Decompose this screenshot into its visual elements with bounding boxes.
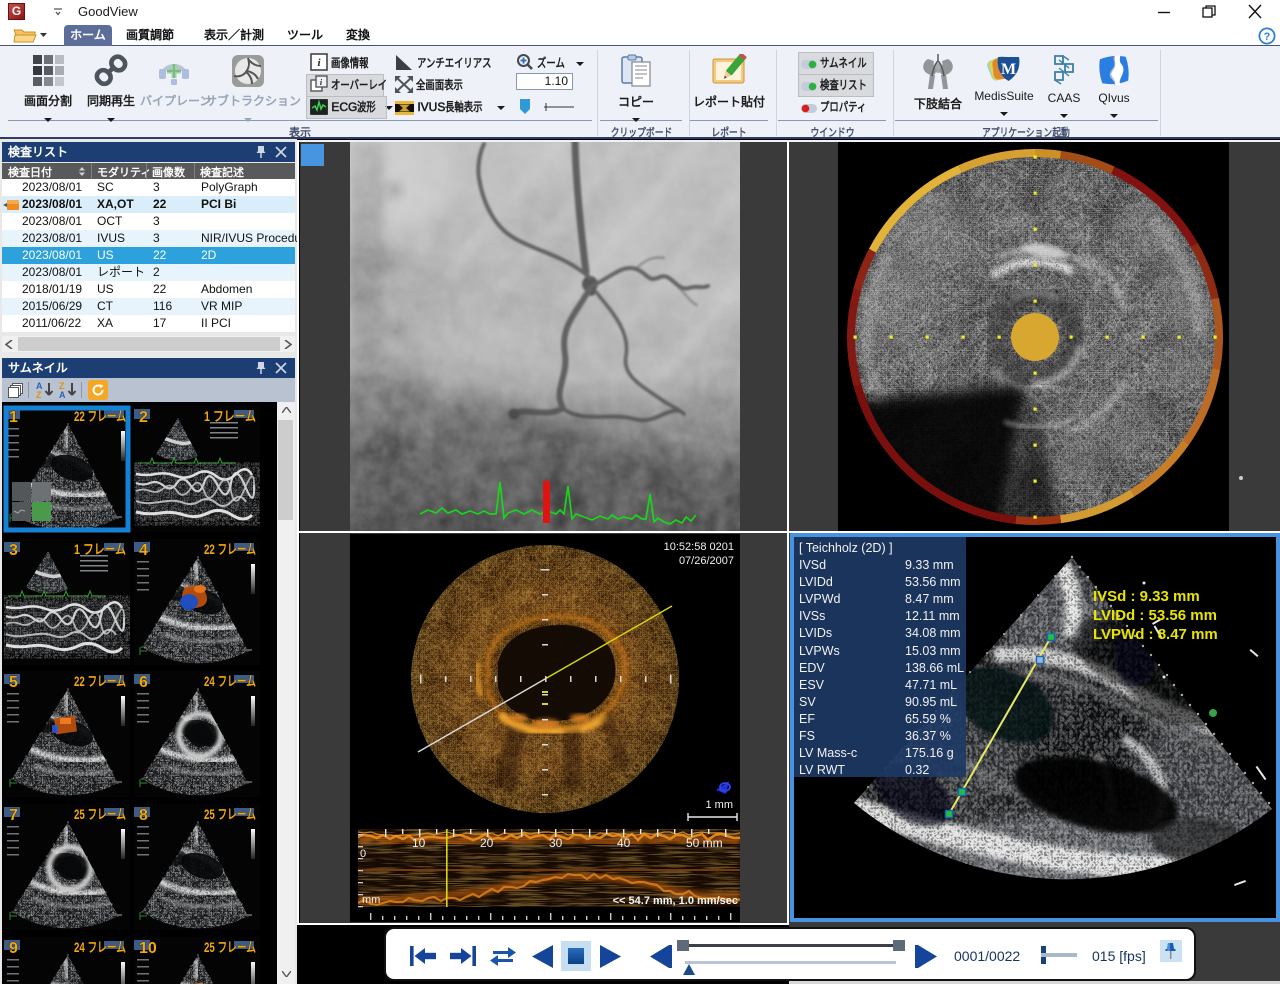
- svg-text:<< 54.7 mm, 1.0 mm/sec: << 54.7 mm, 1.0 mm/sec: [613, 895, 738, 907]
- svg-text:175.16 g: 175.16 g: [905, 746, 954, 760]
- svg-text:53.56 mm: 53.56 mm: [905, 575, 961, 589]
- svg-text:1 フレーム: 1 フレーム: [204, 409, 256, 424]
- svg-text:[ Teichholz (2D) ]: [ Teichholz (2D) ]: [799, 541, 893, 555]
- svg-text:mm: mm: [362, 894, 380, 906]
- svg-text:15.03 mm: 15.03 mm: [905, 644, 961, 658]
- svg-text:34.08 mm: 34.08 mm: [905, 626, 961, 640]
- svg-text:Z: Z: [36, 390, 42, 399]
- svg-text:138.66 mL: 138.66 mL: [905, 661, 964, 675]
- svg-text:ESV: ESV: [799, 678, 825, 692]
- svg-text:?: ?: [1264, 31, 1271, 43]
- svg-text:1: 1: [9, 409, 18, 426]
- svg-text:6: 6: [139, 674, 148, 691]
- svg-text:25 フレーム: 25 フレーム: [74, 807, 126, 822]
- svg-text:10: 10: [139, 940, 157, 957]
- svg-text:90.95 mL: 90.95 mL: [905, 695, 957, 709]
- svg-text:4: 4: [139, 542, 148, 559]
- svg-text:20: 20: [480, 836, 494, 850]
- svg-text:LV Mass-c: LV Mass-c: [799, 746, 857, 760]
- svg-text:24 フレーム: 24 フレーム: [204, 674, 256, 689]
- svg-text:FS: FS: [799, 729, 815, 743]
- svg-text:25 フレーム: 25 フレーム: [204, 807, 256, 822]
- svg-text:22 フレーム: 22 フレーム: [74, 674, 126, 689]
- svg-text:1 mm: 1 mm: [706, 799, 734, 811]
- svg-text:8.47 mm: 8.47 mm: [905, 592, 954, 606]
- svg-text:10: 10: [412, 836, 426, 850]
- svg-text:LVIDd : 53.56 mm: LVIDd : 53.56 mm: [1093, 607, 1217, 624]
- svg-text:8: 8: [139, 807, 148, 824]
- svg-text:12.11 mm: 12.11 mm: [905, 609, 960, 623]
- svg-text:EF: EF: [799, 712, 815, 726]
- svg-text:65.59 %: 65.59 %: [905, 712, 951, 726]
- svg-text:IVSs: IVSs: [799, 609, 825, 623]
- svg-text:LVPWs: LVPWs: [799, 644, 840, 658]
- svg-text:22 フレーム: 22 フレーム: [204, 542, 256, 557]
- svg-text:LVPWd : 8.47 mm: LVPWd : 8.47 mm: [1093, 626, 1218, 643]
- svg-text:1 フレーム: 1 フレーム: [74, 542, 126, 557]
- svg-text:10:52:58 0201: 10:52:58 0201: [664, 541, 734, 553]
- svg-text:5: 5: [9, 674, 18, 691]
- svg-text:25 フレーム: 25 フレーム: [204, 940, 256, 955]
- svg-text:IVSd : 9.33 mm: IVSd : 9.33 mm: [1093, 588, 1200, 605]
- svg-text:24 フレーム: 24 フレーム: [74, 940, 126, 955]
- svg-text:LVIDs: LVIDs: [799, 626, 832, 640]
- svg-text:LVIDd: LVIDd: [799, 575, 833, 589]
- svg-text:IVSd: IVSd: [799, 558, 826, 572]
- svg-text:47.71 mL: 47.71 mL: [905, 678, 957, 692]
- svg-text:36.37 %: 36.37 %: [905, 729, 951, 743]
- svg-text:SV: SV: [799, 695, 816, 709]
- svg-text:0.32: 0.32: [905, 763, 929, 777]
- svg-text:3: 3: [9, 542, 18, 559]
- svg-text:07/26/2007: 07/26/2007: [679, 555, 734, 567]
- svg-text:30: 30: [549, 836, 563, 850]
- svg-text:50 mm: 50 mm: [686, 836, 723, 850]
- svg-text:40: 40: [617, 836, 631, 850]
- svg-text:2: 2: [139, 409, 148, 426]
- svg-text:LV RWT: LV RWT: [799, 763, 845, 777]
- svg-text:22 フレーム: 22 フレーム: [74, 409, 126, 424]
- svg-text:EDV: EDV: [799, 661, 825, 675]
- svg-text:M: M: [1001, 61, 1016, 78]
- svg-text:LVPWd: LVPWd: [799, 592, 840, 606]
- svg-text:7: 7: [9, 807, 18, 824]
- svg-text:9: 9: [9, 940, 18, 957]
- svg-text:9.33 mm: 9.33 mm: [905, 558, 954, 572]
- svg-text:A: A: [59, 390, 66, 399]
